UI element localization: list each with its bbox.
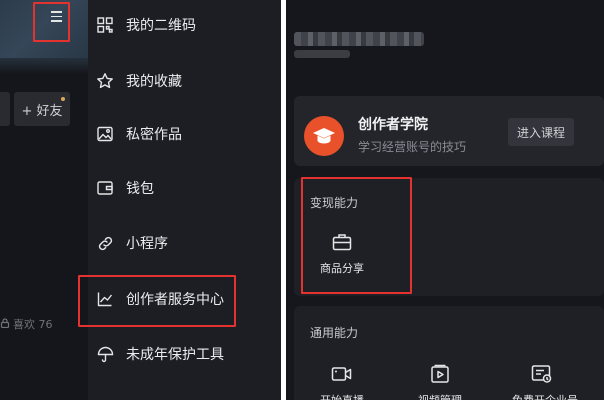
menu-item-label: 钱包 bbox=[126, 181, 154, 197]
menu-item-favorites[interactable]: 我的收藏 bbox=[96, 63, 281, 99]
menu-item-minor-protection[interactable]: 未成年保护工具 bbox=[96, 336, 281, 372]
chart-icon bbox=[96, 290, 114, 308]
video-camera-icon bbox=[330, 362, 354, 386]
general-title: 通用能力 bbox=[310, 326, 359, 340]
left-screenshot-panel: + 好友 喜欢 76 我的二维码 我的收藏 私密作品 钱包 小程序 创作者服务中… bbox=[0, 0, 281, 400]
lock-icon bbox=[0, 317, 10, 331]
video-play-icon bbox=[428, 362, 452, 386]
video-management-item[interactable]: 视频管理 bbox=[410, 362, 470, 400]
add-friend-label: + 好友 bbox=[21, 103, 63, 119]
notification-dot bbox=[61, 97, 65, 101]
wallet-icon bbox=[96, 179, 114, 197]
blurred-user-info bbox=[294, 50, 350, 58]
cover-fade bbox=[0, 58, 88, 74]
image-icon bbox=[96, 125, 114, 143]
partial-button[interactable] bbox=[0, 92, 10, 126]
menu-item-wallet[interactable]: 钱包 bbox=[96, 170, 281, 206]
menu-item-label: 我的二维码 bbox=[126, 18, 196, 34]
enterprise-account-label: 免费开企业号 bbox=[512, 392, 578, 400]
enterprise-icon bbox=[530, 362, 554, 386]
likes-label: 喜欢 76 bbox=[13, 318, 53, 331]
academy-subtitle: 学习经营账号的技巧 bbox=[358, 140, 467, 154]
star-icon bbox=[96, 72, 114, 90]
monetization-title: 变现能力 bbox=[310, 196, 359, 210]
qr-code-icon bbox=[96, 16, 114, 34]
blurred-username bbox=[294, 32, 424, 46]
umbrella-icon bbox=[96, 345, 114, 363]
link-icon bbox=[96, 234, 114, 252]
graduation-cap-icon bbox=[304, 116, 344, 156]
menu-item-label: 小程序 bbox=[126, 236, 168, 252]
menu-item-label: 创作者服务中心 bbox=[126, 292, 224, 308]
enterprise-account-item[interactable]: 免费开企业号 bbox=[512, 362, 578, 400]
product-share-label: 商品分享 bbox=[320, 262, 364, 275]
video-management-label: 视频管理 bbox=[410, 392, 470, 400]
start-live-label: 开始直播 bbox=[312, 392, 372, 400]
academy-title: 创作者学院 bbox=[358, 117, 428, 133]
right-screenshot-panel: 创作者学院 学习经营账号的技巧 进入课程 变现能力 商品分享 通用能力 开始直播… bbox=[286, 0, 604, 400]
profile-cover-image bbox=[0, 0, 88, 62]
menu-item-creator-center[interactable]: 创作者服务中心 bbox=[96, 281, 281, 317]
menu-item-qr-code[interactable]: 我的二维码 bbox=[96, 7, 281, 43]
menu-item-label: 我的收藏 bbox=[126, 74, 182, 90]
menu-item-mini-program[interactable]: 小程序 bbox=[96, 225, 281, 261]
likes-count: 喜欢 76 bbox=[0, 316, 53, 332]
enter-course-button[interactable]: 进入课程 bbox=[508, 118, 574, 146]
side-drawer: 我的二维码 我的收藏 私密作品 钱包 小程序 创作者服务中心 未成年保护工具 bbox=[88, 0, 281, 400]
add-friend-button[interactable]: + 好友 bbox=[14, 92, 70, 126]
start-live-item[interactable]: 开始直播 bbox=[312, 362, 372, 400]
menu-item-label: 私密作品 bbox=[126, 127, 182, 143]
menu-item-label: 未成年保护工具 bbox=[126, 347, 224, 363]
menu-item-private-works[interactable]: 私密作品 bbox=[96, 116, 281, 152]
product-share-item[interactable]: 商品分享 bbox=[312, 230, 372, 276]
briefcase-icon bbox=[330, 230, 354, 254]
hamburger-menu-icon[interactable] bbox=[48, 8, 66, 24]
